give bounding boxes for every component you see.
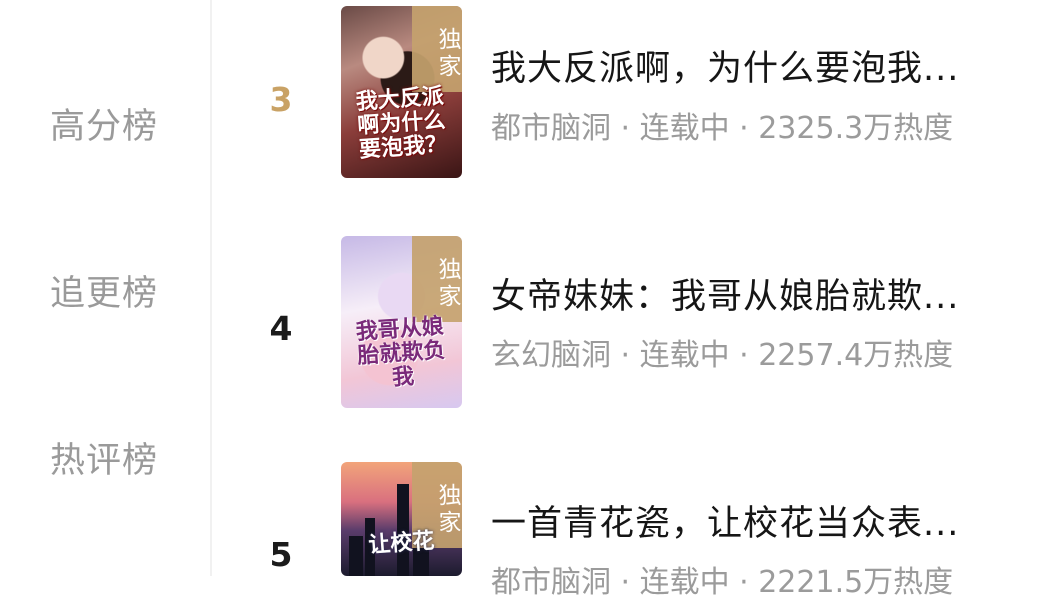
cover-title-art: 让校花 [367, 528, 436, 559]
book-rank-number: 5 [269, 535, 293, 574]
sidebar-item-high-score[interactable]: 高分榜 [0, 107, 210, 147]
rank-sidebar: 高分榜 追更榜 热评榜 [0, 0, 212, 576]
cover-title-art: 我哥从娘胎就欺负我 [355, 314, 447, 391]
book-meta: 玄幻脑洞 · 连载中 · 2257.4万热度 [491, 338, 954, 373]
book-rank-number: 3 [269, 80, 293, 119]
sidebar-item-hot-comments[interactable]: 热评榜 [0, 441, 210, 481]
book-cover[interactable]: 独家 我哥从娘胎就欺负我 [341, 236, 462, 408]
book-rank-number: 4 [269, 309, 293, 348]
exclusive-badge: 独家 [412, 6, 462, 92]
book-cover[interactable]: 独家 让校花 [341, 462, 462, 576]
book-title[interactable]: 一首青花瓷，让校花当众表... [491, 502, 991, 546]
exclusive-badge: 独家 [412, 236, 462, 322]
book-meta: 都市脑洞 · 连载中 · 2221.5万热度 [491, 565, 954, 600]
book-cover[interactable]: 独家 我大反派啊为什么要泡我？ [341, 6, 462, 178]
sidebar-item-follow-update[interactable]: 追更榜 [0, 274, 210, 314]
book-title[interactable]: 女帝妹妹：我哥从娘胎就欺... [491, 275, 991, 319]
book-meta: 都市脑洞 · 连载中 · 2325.3万热度 [491, 111, 954, 146]
book-title[interactable]: 我大反派啊，为什么要泡我... [491, 47, 991, 91]
cover-title-art: 我大反派啊为什么要泡我？ [355, 84, 448, 163]
